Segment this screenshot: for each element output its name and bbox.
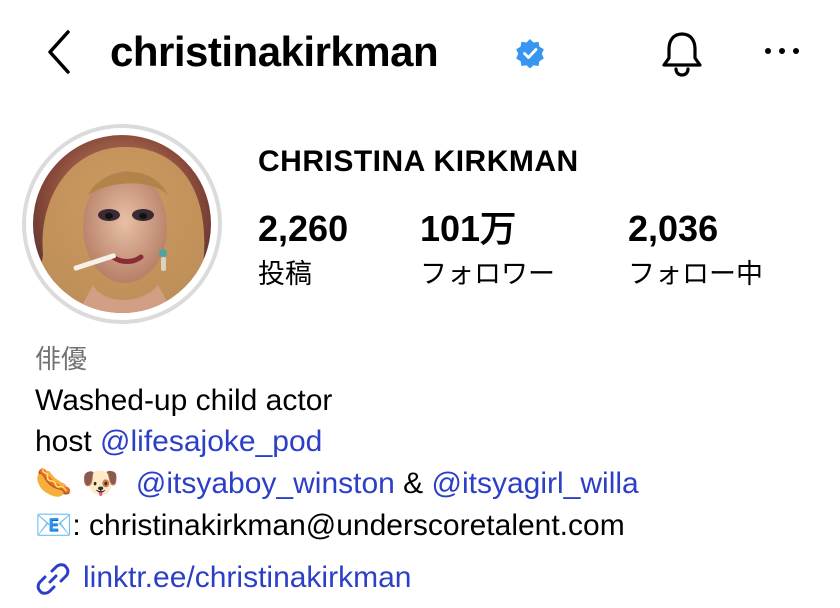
stat-count: 101万	[420, 208, 517, 249]
stat-followers[interactable]: 101万 フォロワー	[420, 208, 555, 294]
stat-label: フォロー中	[628, 259, 763, 289]
back-button[interactable]	[42, 28, 78, 76]
avatar[interactable]	[33, 135, 211, 313]
chevron-left-icon	[48, 30, 70, 74]
bio-line: 📧: christinakirkman@underscoretalent.com	[35, 505, 625, 546]
stat-label: 投稿	[258, 259, 312, 289]
bio-line: Washed-up child actor	[35, 384, 333, 417]
email-emoji-icon: 📧	[35, 508, 73, 543]
verified-badge-icon	[515, 38, 545, 69]
mention-link[interactable]: @itsyagirl_willa	[432, 467, 639, 500]
stat-label: フォロワー	[420, 259, 555, 289]
bio-line: 🌭 🐶 @itsyaboy_winston & @itsyagirl_willa	[35, 463, 639, 504]
profile-category: 俳優	[35, 344, 88, 374]
ellipsis-icon	[765, 48, 799, 54]
hotdog-dog-emoji-icon: 🌭 🐶	[35, 466, 120, 501]
username-title: christinakirkman	[110, 28, 439, 75]
stat-posts[interactable]: 2,260 投稿	[258, 208, 348, 294]
bio-line: host @lifesajoke_pod	[35, 421, 322, 462]
bell-icon	[662, 32, 702, 77]
bio-text: &	[394, 467, 432, 500]
mention-link[interactable]: @lifesajoke_pod	[100, 425, 322, 458]
stat-following[interactable]: 2,036 フォロー中	[628, 208, 763, 294]
display-name: CHRISTINA KIRKMAN	[258, 145, 579, 178]
stat-count: 2,260	[258, 208, 349, 249]
mention-link[interactable]: @itsyaboy_winston	[136, 467, 395, 500]
more-options-button[interactable]	[762, 36, 802, 66]
link-text[interactable]: linktr.ee/christinakirkman	[83, 561, 411, 594]
bio-text: host	[35, 425, 101, 458]
link-icon	[35, 561, 71, 597]
bio-email: : christinakirkman@underscoretalent.com	[72, 509, 625, 542]
notifications-button[interactable]	[658, 28, 706, 78]
profile-photo	[33, 135, 211, 313]
external-link[interactable]: linktr.ee/christinakirkman	[35, 558, 411, 598]
stat-count: 2,036	[628, 208, 719, 249]
